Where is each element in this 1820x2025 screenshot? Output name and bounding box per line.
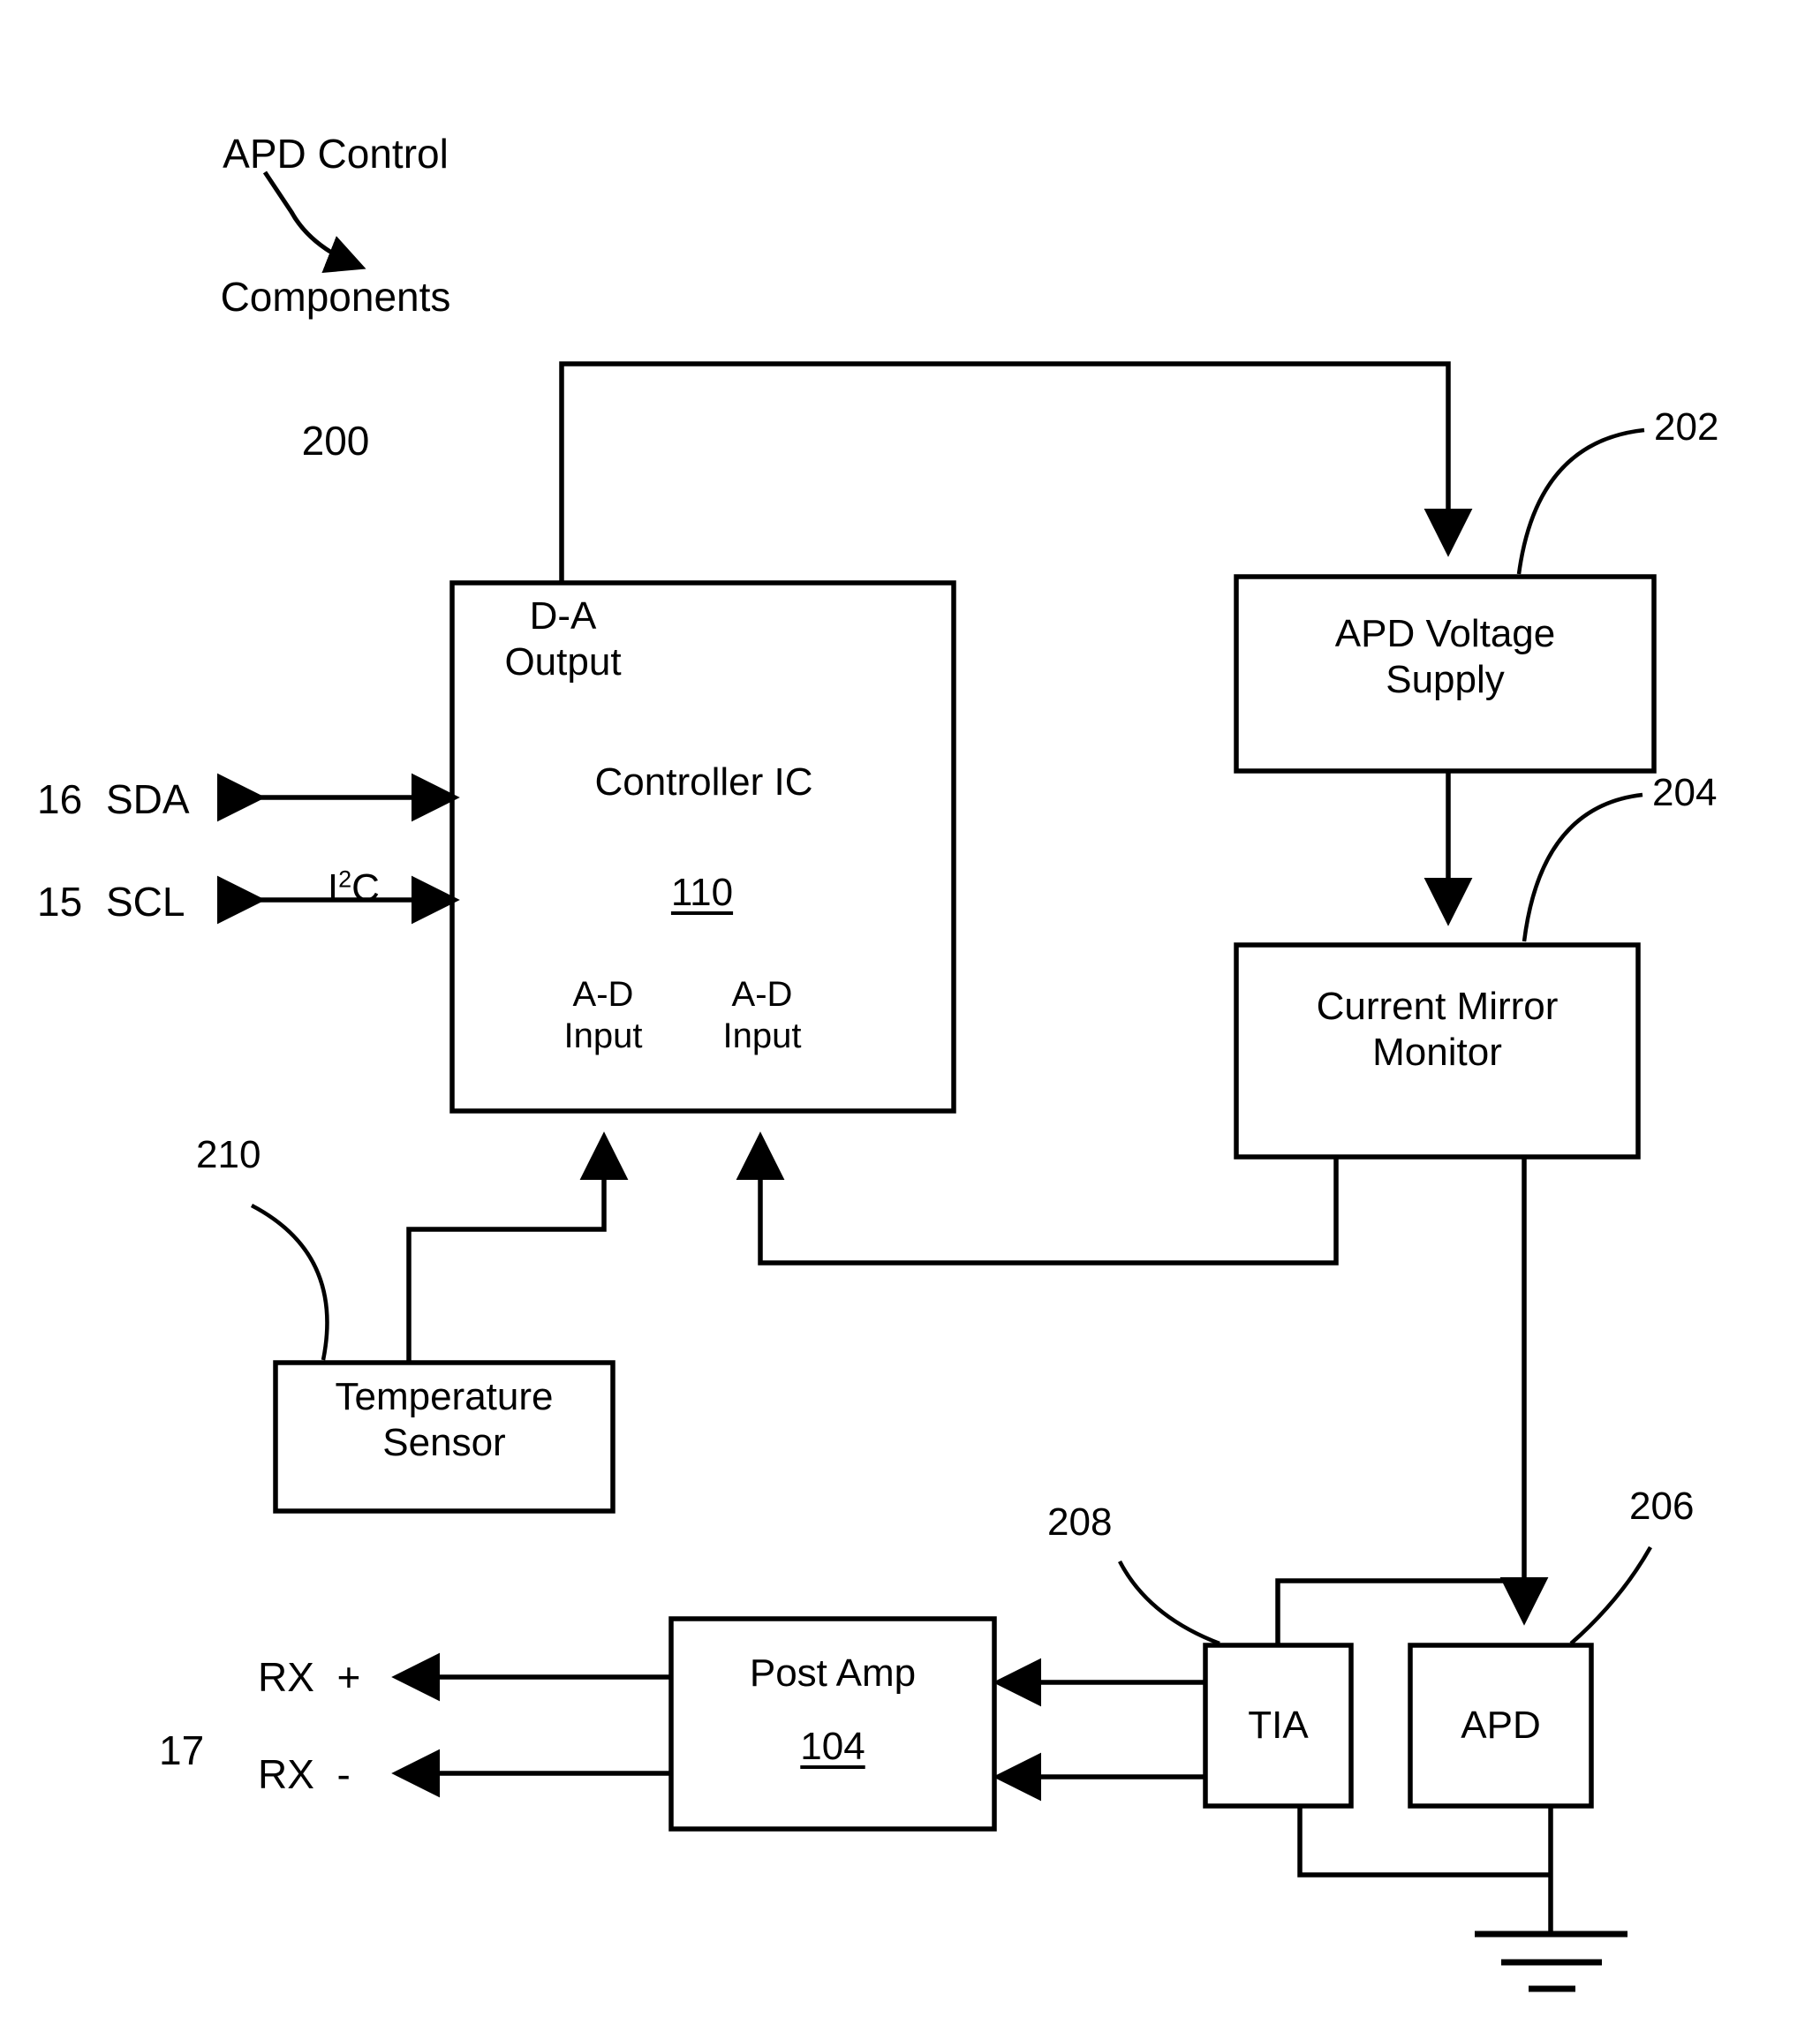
- figure-title-line-2: Components: [220, 274, 451, 321]
- rx-plus-label: RX +: [258, 1654, 361, 1700]
- figure-title-line-1: APD Control: [223, 130, 449, 177]
- leader-206: [1569, 1545, 1652, 1645]
- i2c-bus-label-pre: I: [327, 865, 339, 910]
- leader-204: [1522, 792, 1643, 942]
- apd-voltage-supply-ref: 202: [1654, 405, 1719, 449]
- temperature-sensor-label: Temperature Sensor: [335, 1375, 554, 1464]
- i2c-bus-label-post: C: [351, 865, 380, 910]
- figure-title: APD Control Components 200: [177, 34, 495, 561]
- i2c-bus-label-superscript: 2: [338, 865, 352, 893]
- sda-label: SDA: [106, 776, 190, 822]
- controller-ic-ref: 110: [670, 871, 734, 914]
- leader-202: [1516, 427, 1645, 575]
- scl-label: SCL: [106, 879, 185, 925]
- i2c-bus-label: I2C: [284, 820, 380, 957]
- current-mirror-monitor-ref: 204: [1652, 771, 1718, 814]
- rx-group-number: 17: [159, 1727, 205, 1773]
- controller-ic-label: Controller IC: [594, 760, 813, 804]
- ad-input-left-label: A-D Input: [563, 975, 643, 1056]
- da-output-label: D-A Output: [504, 594, 622, 684]
- apd-label: APD: [1461, 1704, 1541, 1747]
- post-amp-ref: 104: [800, 1725, 865, 1768]
- temperature-sensor-ref: 210: [196, 1133, 261, 1176]
- patent-figure-canvas: APD Control Components 200 D-A Output Con…: [0, 0, 1820, 2025]
- tia-ref: 208: [1047, 1500, 1113, 1544]
- wire-tia-bottom-to-ground-rail: [1297, 1806, 1551, 1878]
- figure-title-ref: 200: [301, 418, 370, 465]
- current-mirror-monitor-label: Current Mirror Monitor: [1316, 985, 1559, 1074]
- sda-pin-number: 16: [37, 776, 83, 822]
- scl-pin-number: 15: [37, 879, 83, 925]
- rx-minus-label: RX -: [258, 1751, 351, 1797]
- wire-tempsensor-to-adinput: [406, 1131, 629, 1363]
- wire-da-to-supply: [559, 361, 1473, 583]
- wire-tia-top-to-apd-net: [1275, 1578, 1524, 1645]
- ad-input-right-label: A-D Input: [722, 975, 802, 1056]
- ground-icon: [1475, 1931, 1627, 1992]
- apd-ref: 206: [1629, 1485, 1695, 1528]
- apd-voltage-supply-label: APD Voltage Supply: [1334, 612, 1556, 701]
- tia-label: TIA: [1248, 1704, 1309, 1747]
- post-amp-label: Post Amp: [749, 1651, 917, 1695]
- leader-210: [250, 1204, 329, 1361]
- leader-208: [1118, 1560, 1220, 1646]
